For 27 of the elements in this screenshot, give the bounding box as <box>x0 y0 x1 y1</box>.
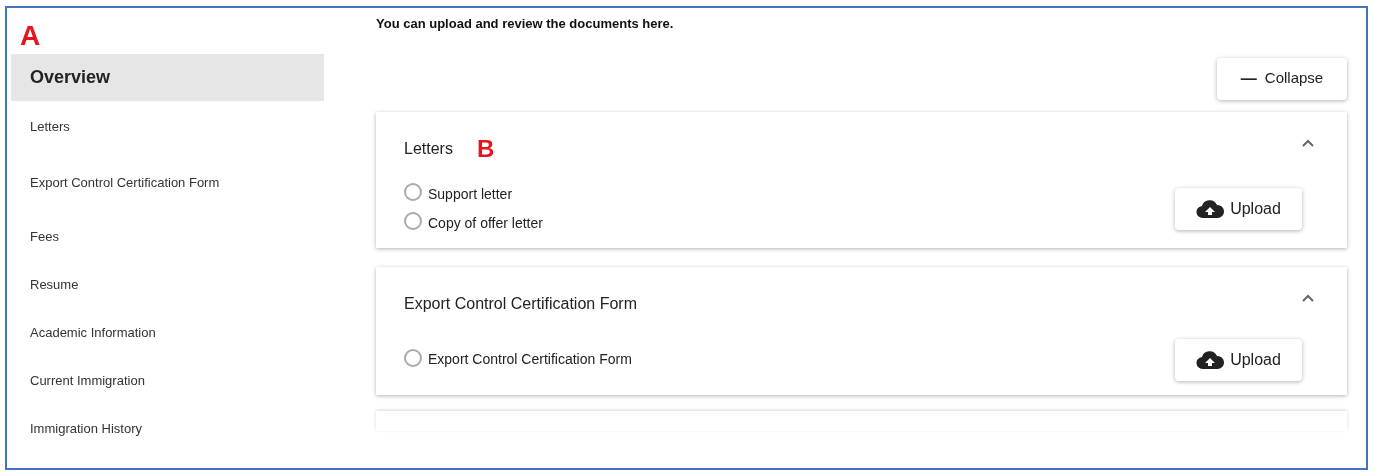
sidebar-item[interactable]: Export Control Certification Form <box>11 153 324 213</box>
sidebar-item[interactable]: Overview <box>11 54 324 101</box>
sidebar-item[interactable]: Resume <box>11 261 324 309</box>
document-label: Export Control Certification Form <box>428 350 632 369</box>
sidebar-item[interactable]: Fees <box>11 213 324 261</box>
upload-button[interactable]: Upload <box>1175 338 1302 381</box>
minus-icon: — <box>1240 66 1257 91</box>
document-label: Copy of offer letter <box>428 213 543 233</box>
cloud-upload-icon <box>1196 349 1225 370</box>
section-title: Letters <box>404 138 453 159</box>
collapse-button[interactable]: — Collapse <box>1217 57 1347 100</box>
intro-text: You can upload and review the documents here. <box>376 15 674 33</box>
section-title: Export Control Certification Form <box>404 293 637 314</box>
radio-button[interactable] <box>404 348 422 367</box>
radio-button[interactable] <box>404 212 422 230</box>
chevron-up-icon[interactable] <box>1301 294 1315 303</box>
document-label: Support letter <box>428 184 513 204</box>
chevron-up-icon[interactable] <box>1301 139 1315 148</box>
sidebar-item[interactable]: Current Immigration <box>11 357 324 405</box>
upload-button[interactable]: Upload <box>1175 187 1302 230</box>
sidebar-item[interactable]: Immigration History <box>11 405 324 453</box>
sidebar-item[interactable]: Academic Information <box>11 309 324 357</box>
cloud-upload-icon <box>1196 198 1225 219</box>
annotation-letter: B <box>476 133 495 164</box>
sidebar-item[interactable]: Letters <box>11 101 324 153</box>
annotation-letter: A <box>20 22 41 50</box>
radio-button[interactable] <box>404 183 422 201</box>
